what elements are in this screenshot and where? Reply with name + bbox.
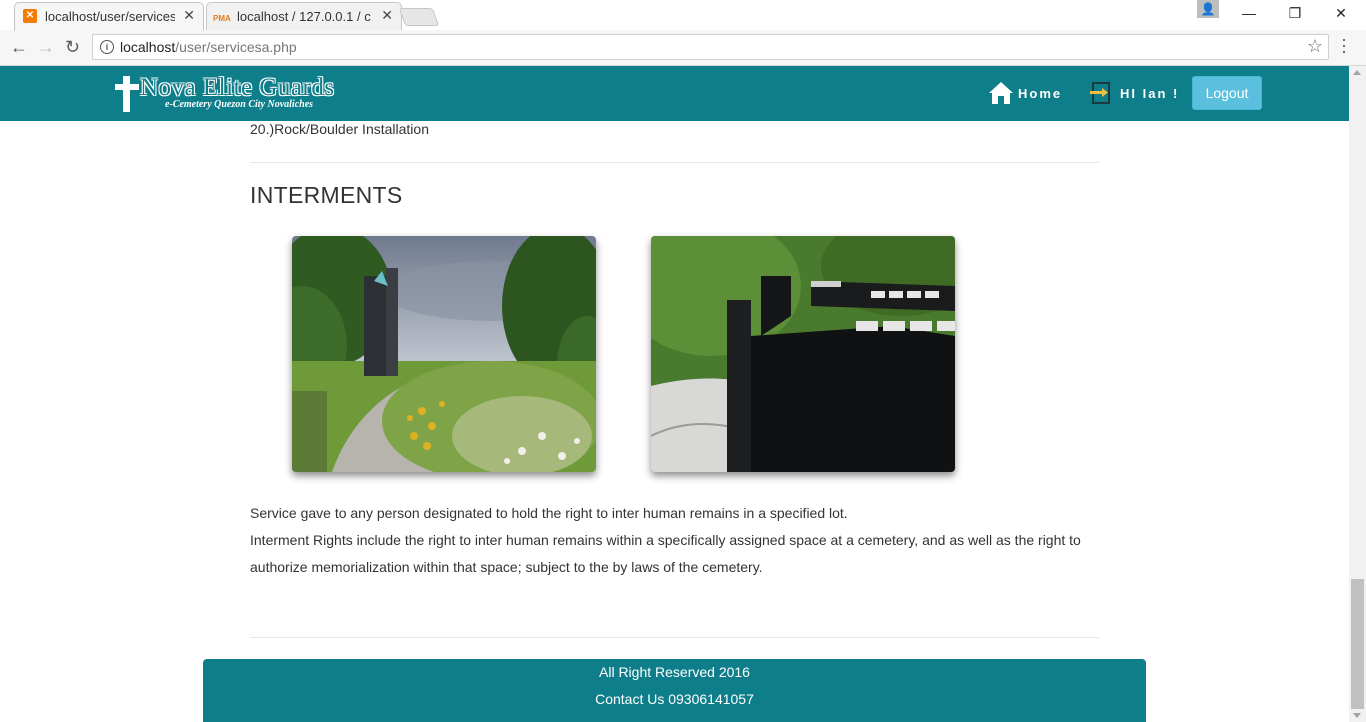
page-viewport: Nova Elite Guards e-Cemetery Quezon City… [0, 66, 1349, 722]
url-path: /user/servicesa.php [175, 39, 297, 55]
greeting-label: HI Ian ! [1120, 86, 1180, 101]
description-paragraph-1: Service gave to any person designated to… [250, 505, 848, 521]
tab-title: localhost / 127.0.0.1 / ce [237, 9, 371, 24]
footer-divider [250, 637, 1099, 638]
page-scrollbar[interactable] [1349, 66, 1366, 722]
xampp-icon: ✕ [23, 9, 37, 23]
footer-contact: Contact Us 09306141057 [595, 691, 754, 707]
forward-button[interactable]: → [37, 37, 55, 58]
bookmark-star-icon[interactable]: ☆ [1307, 36, 1323, 57]
browser-tab-active[interactable]: ✕ localhost/user/servicesa.p ✕ [14, 2, 204, 31]
address-bar[interactable]: i localhost/user/servicesa.php ☆ [92, 34, 1329, 60]
footer-rights: All Right Reserved 2016 [599, 664, 750, 680]
sign-in-icon [1090, 82, 1110, 104]
logout-button[interactable]: Logout [1192, 76, 1262, 110]
interment-photo-1 [292, 236, 596, 472]
previous-service-item: 20.)Rock/Boulder Installation [250, 121, 429, 137]
interment-photo-2 [651, 236, 955, 472]
profile-icon[interactable]: 👤 [1197, 0, 1219, 18]
browser-tab-phpmyadmin[interactable]: PMA localhost / 127.0.0.1 / ce ✕ [206, 2, 402, 30]
service-description: Service gave to any person designated to… [250, 500, 1105, 581]
site-navbar: Nova Elite Guards e-Cemetery Quezon City… [0, 66, 1349, 121]
section-title: INTERMENTS [250, 182, 403, 208]
scroll-down-arrow-icon[interactable] [1353, 713, 1361, 718]
close-icon[interactable]: ✕ [183, 7, 195, 24]
reload-button[interactable]: ↻ [65, 37, 80, 58]
cross-logo-icon [115, 76, 139, 112]
restore-button[interactable]: ❐ [1272, 0, 1318, 30]
url-text[interactable]: localhost/user/servicesa.php [120, 39, 297, 55]
scrollbar-thumb[interactable] [1351, 579, 1364, 709]
new-tab-button[interactable] [398, 8, 440, 26]
phpmyadmin-icon: PMA [213, 14, 231, 23]
nav-home-label: Home [1018, 86, 1063, 101]
browser-menu-icon[interactable]: · · · [1341, 30, 1347, 60]
window-close-button[interactable]: ✕ [1318, 0, 1364, 30]
url-host: localhost [120, 39, 176, 55]
info-icon[interactable]: i [100, 40, 114, 54]
minimize-button[interactable]: — [1226, 0, 1272, 30]
brand-title[interactable]: Nova Elite Guards [140, 74, 335, 102]
browser-tabstrip: ✕ localhost/user/servicesa.p ✕ PMA local… [0, 0, 1366, 31]
description-paragraph-2: Interment Rights include the right to in… [250, 532, 1081, 575]
brand-tagline: e-Cemetery Quezon City Novaliches [165, 99, 314, 110]
browser-toolbar: ← → ↻ i localhost/user/servicesa.php ☆ [0, 30, 1366, 66]
back-button[interactable]: ← [10, 37, 28, 58]
section-divider [250, 162, 1099, 163]
site-footer: All Right Reserved 2016 Contact Us 09306… [203, 659, 1146, 722]
scroll-up-arrow-icon[interactable] [1353, 70, 1361, 75]
close-icon[interactable]: ✕ [381, 7, 393, 24]
home-icon [989, 82, 1013, 104]
tab-title: localhost/user/servicesa.p [45, 9, 175, 24]
